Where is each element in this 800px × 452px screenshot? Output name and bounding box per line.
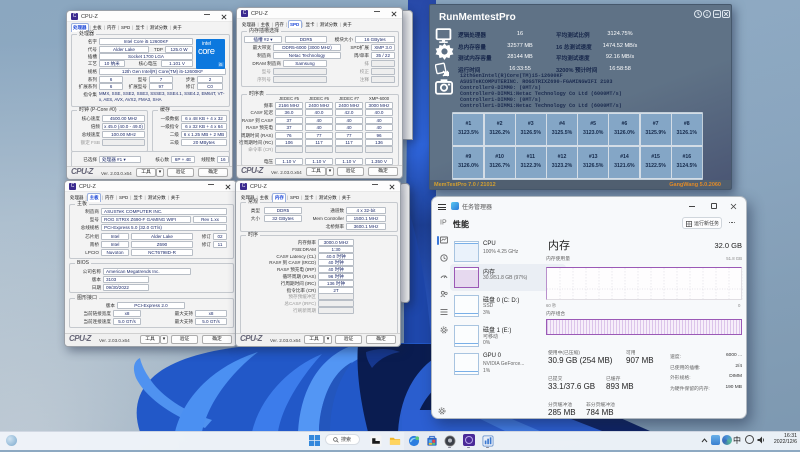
svg-text:IP: IP [440, 220, 447, 227]
